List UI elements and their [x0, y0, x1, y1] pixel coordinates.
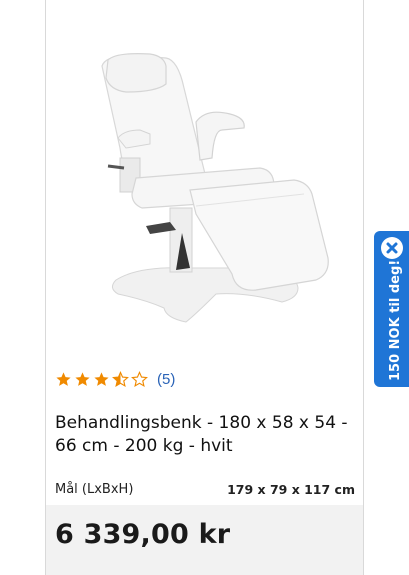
star-half-icon	[112, 370, 129, 387]
product-image[interactable]	[46, 18, 363, 338]
star-full-icon	[75, 371, 90, 386]
star-full-icon	[94, 371, 109, 386]
dimensions-row: Mål (LxBxH) 179 x 79 x 117 cm	[55, 482, 355, 497]
promo-text[interactable]: 150 NOK til deg!	[378, 260, 403, 381]
dimensions-value: 179 x 79 x 117 cm	[227, 482, 355, 497]
promo-close-button[interactable]	[381, 237, 403, 259]
star-empty-icon	[131, 370, 148, 387]
close-icon	[386, 242, 398, 254]
star-full-icon	[56, 371, 71, 386]
product-price: 6 339,00 kr	[55, 519, 231, 550]
promo-tab[interactable]: 150 NOK til deg!	[374, 231, 409, 387]
dimensions-label: Mål (LxBxH)	[55, 482, 134, 497]
rating[interactable]: (5)	[55, 369, 175, 389]
rating-count[interactable]: (5)	[157, 371, 175, 388]
product-card[interactable]: (5) Behandlingsbenk - 180 x 58 x 54 - 66…	[45, 0, 364, 575]
price-bar: 6 339,00 kr	[46, 505, 363, 575]
product-title[interactable]: Behandlingsbenk - 180 x 58 x 54 - 66 cm …	[55, 412, 357, 458]
